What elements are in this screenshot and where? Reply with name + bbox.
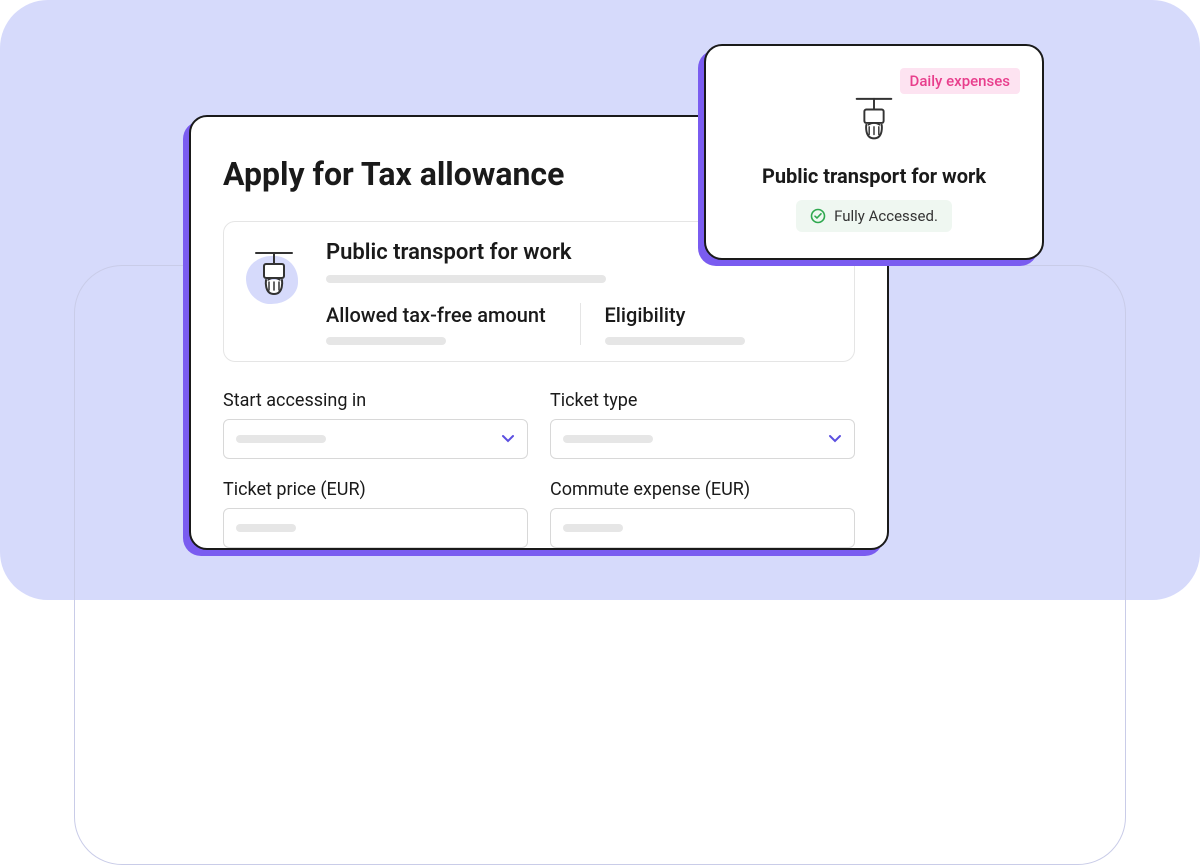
- ticket-type-field: Ticket type: [550, 390, 855, 459]
- placeholder-line: [326, 337, 446, 345]
- ticket-price-label: Ticket price (EUR): [223, 479, 528, 500]
- eligibility-label: Eligibility: [605, 303, 835, 327]
- chevron-down-icon: [501, 434, 515, 444]
- category-badge: Daily expenses: [900, 68, 1020, 94]
- start-accessing-label: Start accessing in: [223, 390, 528, 411]
- chevron-down-icon: [828, 434, 842, 444]
- placeholder-line: [563, 435, 653, 443]
- commute-expense-input[interactable]: [550, 508, 855, 548]
- transit-handle-icon: [846, 94, 902, 150]
- commute-expense-field: Commute expense (EUR): [550, 479, 855, 548]
- ticket-type-select[interactable]: [550, 419, 855, 459]
- placeholder-line: [563, 524, 623, 532]
- status-text: Fully Accessed.: [834, 207, 938, 225]
- allowance-status-card: Daily expenses Public transport for work…: [704, 44, 1044, 260]
- popup-title: Public transport for work: [728, 164, 1020, 188]
- ticket-price-input[interactable]: [223, 508, 528, 548]
- start-accessing-select[interactable]: [223, 419, 528, 459]
- ticket-price-field: Ticket price (EUR): [223, 479, 528, 548]
- stage-background: Apply for Tax allowance Public transport…: [0, 0, 1200, 600]
- placeholder-line: [326, 275, 606, 283]
- form-grid: Start accessing in Ticket type Ticket pr…: [223, 390, 855, 548]
- status-badge: Fully Accessed.: [796, 200, 952, 232]
- ticket-type-label: Ticket type: [550, 390, 855, 411]
- placeholder-line: [605, 337, 745, 345]
- placeholder-line: [236, 435, 326, 443]
- allowed-amount-label: Allowed tax-free amount: [326, 303, 556, 327]
- commute-expense-label: Commute expense (EUR): [550, 479, 855, 500]
- transit-handle-icon: [244, 248, 304, 308]
- start-accessing-field: Start accessing in: [223, 390, 528, 459]
- check-circle-icon: [810, 208, 826, 224]
- placeholder-line: [236, 524, 296, 532]
